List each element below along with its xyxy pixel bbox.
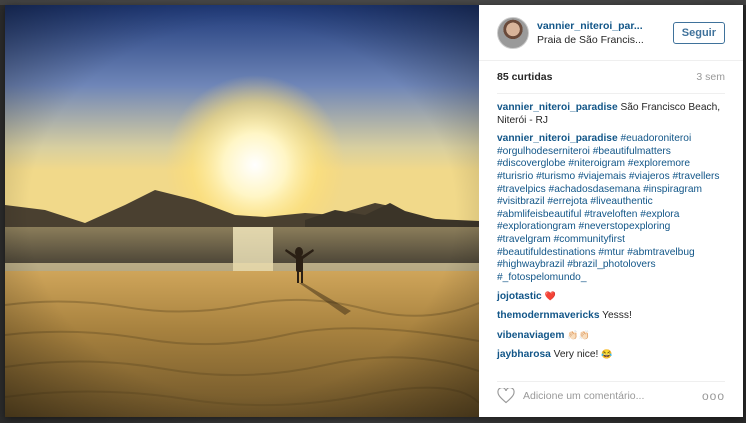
- more-options-icon[interactable]: ooo: [702, 389, 725, 403]
- likes-count[interactable]: 85 curtidas: [497, 71, 552, 83]
- comment-item: jojotastic ❤️: [497, 290, 725, 304]
- sunset-beach-image: [5, 5, 479, 417]
- comment-text: Yesss!: [599, 309, 632, 321]
- comment-item: vibenaviagem 👏🏻👏🏻: [497, 329, 725, 343]
- post-photo[interactable]: [5, 5, 479, 417]
- follow-button[interactable]: Seguir: [672, 21, 725, 44]
- avatar[interactable]: [497, 16, 529, 49]
- heart-emoji-icon: ❤️: [544, 291, 556, 302]
- clap-emoji-icon: 👏🏻👏🏻: [567, 329, 590, 340]
- post-location[interactable]: Praia de São Francis...: [537, 33, 667, 47]
- comment-footer: ooo: [497, 381, 725, 409]
- post-time-ago[interactable]: 3 sem: [696, 71, 725, 83]
- comment-username[interactable]: jaybharosa: [497, 349, 551, 360]
- post-modal: vannier_niteroi_par... Praia de São Fran…: [5, 5, 743, 417]
- comment-text: Very nice!: [550, 349, 602, 361]
- comment-item: jaybharosa Very nice! 😂: [497, 348, 725, 362]
- post-header: vannier_niteroi_par... Praia de São Fran…: [479, 5, 743, 61]
- hashtag-comment: vannier_niteroi_paradise #euadoroniteroi…: [497, 133, 725, 284]
- comment-input[interactable]: [523, 389, 702, 402]
- heart-icon[interactable]: [497, 387, 515, 404]
- post-username[interactable]: vannier_niteroi_par...: [537, 19, 667, 33]
- laughing-emoji-icon: 😂: [601, 349, 613, 360]
- caption: vannier_niteroi_paradise São Francisco B…: [497, 102, 725, 127]
- hashtag-comment-username[interactable]: vannier_niteroi_paradise: [497, 133, 618, 144]
- comment-username[interactable]: themodernmavericks: [497, 310, 600, 321]
- post-side-panel: vannier_niteroi_par... Praia de São Fran…: [479, 5, 743, 417]
- comments-list: vannier_niteroi_paradise São Francisco B…: [479, 94, 743, 362]
- post-stats: 85 curtidas 3 sem: [497, 61, 725, 94]
- user-info: vannier_niteroi_par... Praia de São Fran…: [537, 19, 667, 47]
- hashtag-list[interactable]: #euadoroniteroi #orgulhodeserniteroi #be…: [497, 133, 720, 283]
- comment-item: themodernmavericks Yesss!: [497, 310, 725, 323]
- caption-username[interactable]: vannier_niteroi_paradise: [497, 102, 618, 113]
- comment-username[interactable]: vibenaviagem: [497, 330, 564, 341]
- comment-username[interactable]: jojotastic: [497, 291, 542, 302]
